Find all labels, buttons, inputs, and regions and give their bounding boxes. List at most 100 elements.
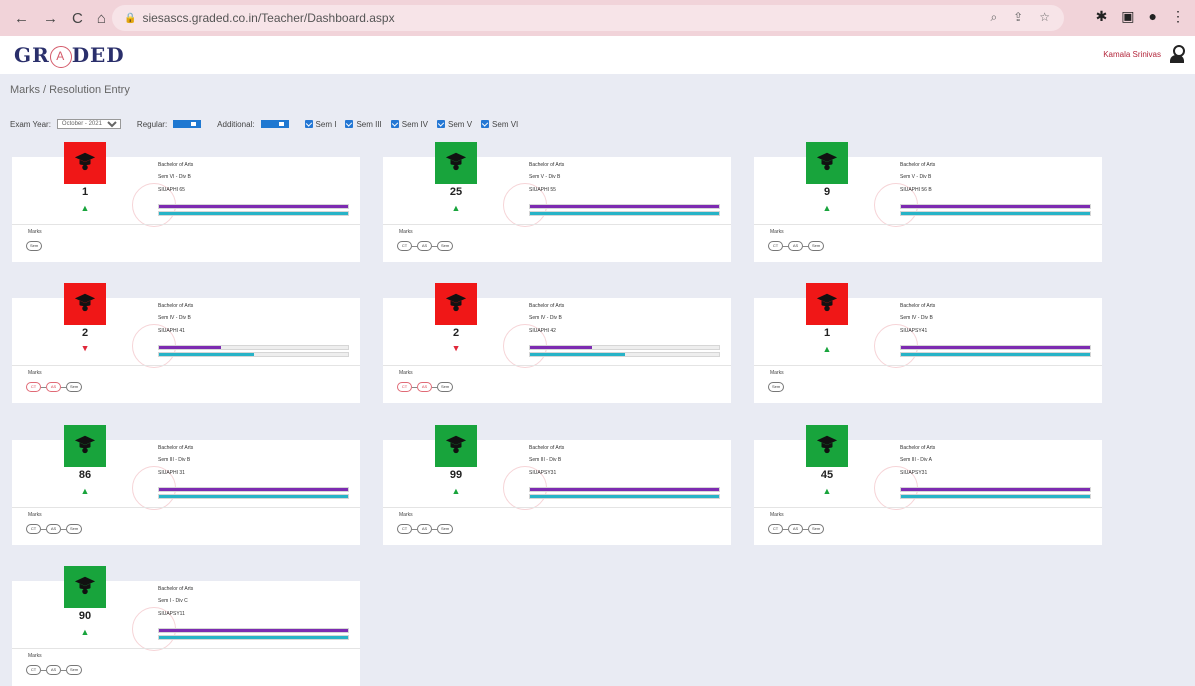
status-badge	[64, 566, 106, 608]
course-card[interactable]: 90 ▲ Bachelor of Arts Sem I - Div C SIUAPSY1…	[12, 566, 360, 686]
marks-pill-sem[interactable]: Sem	[437, 382, 454, 392]
card-divider	[754, 507, 1102, 508]
app-header: GR A DED Kamala Srinivas	[0, 36, 1195, 74]
progress-bar-teal	[158, 352, 349, 357]
marks-pill-ct[interactable]: CT	[397, 241, 412, 251]
sem-checkbox[interactable]: Sem VI	[481, 120, 518, 129]
home-icon[interactable]: ⌂	[97, 10, 106, 27]
student-count: 90	[78, 610, 92, 622]
marks-pill-sem[interactable]: Sem	[768, 382, 785, 392]
browser-menu-icon[interactable]: ⋮	[1171, 8, 1185, 25]
marks-pill-as[interactable]: AS	[46, 382, 61, 392]
sem-checkbox-label: Sem IV	[401, 119, 429, 129]
regular-toggle[interactable]	[173, 120, 202, 128]
subject-code: SIUAPSY31	[529, 470, 557, 476]
sem-checkbox[interactable]: Sem III	[345, 120, 382, 129]
course-card[interactable]: 2 ▲ Bachelor of Arts Sem IV - Div B SIUAPHI …	[12, 283, 360, 403]
status-badge	[64, 283, 106, 325]
marks-pill-sem[interactable]: Sem	[808, 241, 825, 251]
status-badge	[435, 142, 477, 184]
marks-pill-sem[interactable]: Sem	[26, 241, 43, 251]
marks-pill-as[interactable]: AS	[788, 524, 803, 534]
marks-pill-sem[interactable]: Sem	[808, 524, 825, 534]
marks-pill-sem[interactable]: Sem	[437, 241, 454, 251]
logo-ring: A	[49, 46, 72, 68]
student-count: 45	[820, 469, 834, 481]
course-card[interactable]: 86 ▲ Bachelor of Arts Sem III - Div B SIUAPH…	[12, 425, 360, 545]
marks-pill-as[interactable]: AS	[46, 524, 61, 534]
progress-bar-teal	[529, 211, 720, 216]
tab-search-icon[interactable]: ▣	[1121, 8, 1134, 25]
zoom-icon[interactable]: ⌕	[990, 10, 997, 25]
progress-fill-purple	[901, 205, 1090, 208]
checkbox-checked-icon[interactable]	[304, 120, 313, 128]
share-icon[interactable]: ⇪	[1013, 10, 1023, 25]
course-name: Bachelor of Arts	[529, 445, 565, 451]
user-menu[interactable]: Kamala Srinivas	[1103, 45, 1185, 63]
marks-pill-ct[interactable]: CT	[768, 524, 783, 534]
course-card[interactable]: 1 ▲ Bachelor of Arts Sem IV - Div B SIUAPSY4…	[754, 283, 1102, 403]
sem-checkbox[interactable]: Sem IV	[390, 119, 429, 129]
sem-checkbox[interactable]: Sem I	[304, 119, 337, 129]
exam-year-select[interactable]: October - 2021	[56, 119, 121, 129]
course-name: Bachelor of Arts	[900, 445, 936, 451]
checkbox-checked-icon[interactable]	[390, 120, 399, 128]
url-text[interactable]: siesascs.graded.co.in/Teacher/Dashboard.…	[142, 11, 394, 25]
course-card[interactable]: 1 ▲ Bachelor of Arts Sem VI - Div B SIUAPHI …	[12, 142, 360, 262]
graded-logo[interactable]: GR A DED	[14, 43, 125, 68]
student-count: 99	[449, 469, 463, 481]
marks-pill-as[interactable]: AS	[788, 241, 803, 251]
checkbox-checked-icon[interactable]	[437, 120, 446, 128]
sem-checkbox[interactable]: Sem V	[437, 120, 472, 129]
progress-fill-teal	[901, 495, 1090, 498]
status-badge	[64, 425, 106, 467]
marks-pills: CT AS Sem	[397, 382, 454, 392]
marks-label: Marks	[770, 512, 784, 518]
progress-bar-purple	[900, 487, 1091, 492]
checkbox-checked-icon[interactable]	[345, 120, 354, 128]
bookmark-star-icon[interactable]: ☆	[1039, 10, 1050, 25]
card-divider	[12, 365, 360, 366]
marks-pill-ct[interactable]: CT	[397, 382, 412, 392]
course-card[interactable]: 45 ▲ Bachelor of Arts Sem III - Div A SIUAPS…	[754, 425, 1102, 545]
additional-toggle[interactable]	[260, 120, 289, 128]
marks-pill-sem[interactable]: Sem	[66, 665, 83, 675]
profile-avatar-icon[interactable]: ●	[1149, 8, 1157, 25]
sem-checkbox-label: Sem I	[315, 119, 337, 129]
marks-pill-sem[interactable]: Sem	[66, 524, 83, 534]
marks-pills: Sem	[26, 241, 43, 251]
marks-pill-sem[interactable]: Sem	[66, 382, 83, 392]
subject-code: SIUAPHI 55	[529, 187, 556, 193]
marks-pill-as[interactable]: AS	[417, 524, 432, 534]
marks-pill-ct[interactable]: CT	[26, 524, 41, 534]
marks-pill-as[interactable]: AS	[46, 665, 61, 675]
semester-division: Sem III - Div B	[529, 457, 562, 463]
marks-pill-sem[interactable]: Sem	[437, 524, 454, 534]
reload-icon[interactable]: C	[72, 10, 83, 27]
forward-icon[interactable]: →	[43, 10, 58, 27]
marks-pill-ct[interactable]: CT	[397, 524, 412, 534]
course-card[interactable]: 25 ▲ Bachelor of Arts Sem V - Div B SIUAPHI …	[383, 142, 731, 262]
marks-label: Marks	[28, 653, 42, 659]
marks-pill-as[interactable]: AS	[417, 241, 432, 251]
marks-pill-ct[interactable]: CT	[768, 241, 783, 251]
status-badge	[435, 425, 477, 467]
course-card[interactable]: 99 ▲ Bachelor of Arts Sem III - Div B SIUAPS…	[383, 425, 731, 545]
checkbox-checked-icon[interactable]	[481, 120, 490, 128]
progress-bar-purple	[158, 628, 349, 633]
user-name[interactable]: Kamala Srinivas	[1103, 50, 1161, 59]
progress-fill-teal	[530, 212, 719, 215]
extensions-puzzle-icon[interactable]: ✱	[1096, 8, 1108, 25]
back-icon[interactable]: ←	[14, 10, 29, 27]
course-card[interactable]: 2 ▲ Bachelor of Arts Sem IV - Div B SIUAPHI …	[383, 283, 731, 403]
progress-fill-purple	[159, 346, 222, 349]
marks-label: Marks	[770, 229, 784, 235]
progress-fill-teal	[159, 353, 254, 356]
course-card[interactable]: 9 ▲ Bachelor of Arts Sem V - Div B SIUAPHI 5…	[754, 142, 1102, 262]
address-bar[interactable]: 🔒 siesascs.graded.co.in/Teacher/Dashboar…	[112, 5, 1064, 31]
course-name: Bachelor of Arts	[158, 445, 194, 451]
marks-pill-as[interactable]: AS	[417, 382, 432, 392]
user-icon[interactable]	[1169, 45, 1185, 63]
marks-pill-ct[interactable]: CT	[26, 665, 41, 675]
marks-pill-ct[interactable]: CT	[26, 382, 41, 392]
